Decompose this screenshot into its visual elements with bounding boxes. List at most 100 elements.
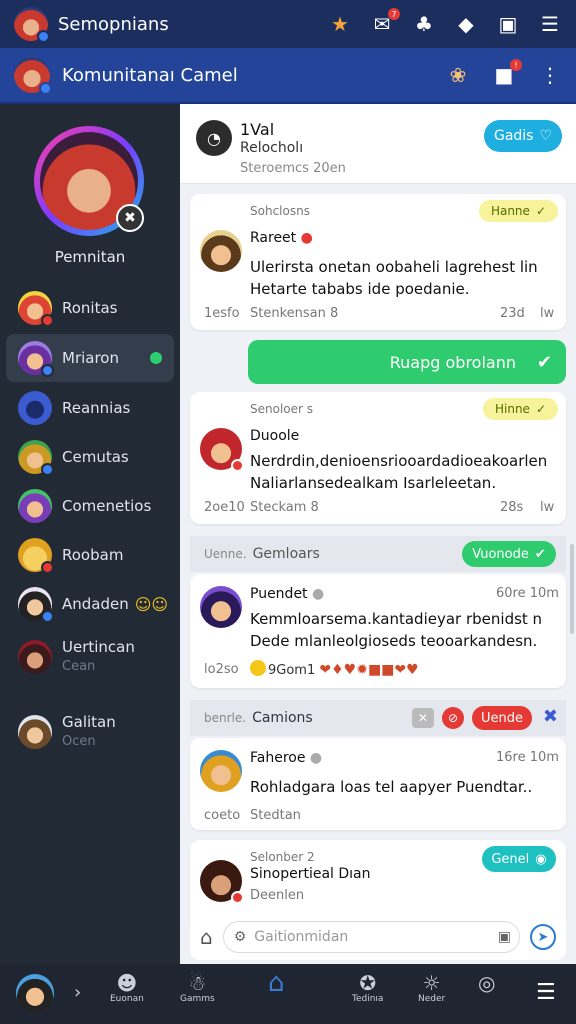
check-icon: ✓ <box>535 402 546 416</box>
header-action-button[interactable]: Gadis ♡ <box>484 120 562 152</box>
follow-button[interactable]: Genel ◉ <box>482 846 556 872</box>
join-room-button[interactable]: Ruapg obrolann ✔ <box>248 340 566 384</box>
message-input[interactable]: ⚙ Gaitionmidan ▣ <box>222 921 520 953</box>
profile-avatar[interactable]: ✖ <box>34 126 144 236</box>
people-icon: ☻ <box>116 971 138 995</box>
sidebar-item-sub: Cean <box>62 659 96 674</box>
puzzle-icon[interactable]: ♣ <box>412 12 436 36</box>
nav-item-1[interactable]: ☃ Gamms <box>180 972 215 1004</box>
avatar[interactable] <box>200 860 244 904</box>
nav-item-0[interactable]: ☻ Euonan <box>110 972 144 1004</box>
scrollbar[interactable] <box>570 544 574 634</box>
sidebar-item-andaden[interactable]: Andaden ☺☺ <box>6 580 174 628</box>
sidebar-item-uertincan[interactable]: Uertincan Cean <box>6 629 174 685</box>
chat-icon[interactable]: ✉ 7 <box>370 8 400 36</box>
game-icon: ◔ <box>196 120 232 156</box>
attach-icon[interactable]: ▣ <box>498 929 511 945</box>
sidebar-item-reannias[interactable]: Reannias <box>6 384 174 432</box>
avatar <box>18 341 54 377</box>
community-avatar[interactable] <box>14 57 52 95</box>
sidebar-item-cemutas[interactable]: Cemutas <box>6 433 174 481</box>
avatar[interactable] <box>200 586 242 628</box>
home-icon[interactable]: ⌂ <box>200 925 213 949</box>
avatar[interactable] <box>200 750 242 792</box>
edit-icon[interactable]: ✖ <box>116 204 144 232</box>
more-options-icon[interactable]: ⋮ <box>538 63 562 87</box>
author-name: Puendet <box>250 586 308 602</box>
section-button-label: Vuonode <box>472 546 529 562</box>
section-header: Uenne. Gemloars Vuonode ✔ <box>190 536 566 572</box>
nav-item-5[interactable]: ◎ <box>478 972 495 994</box>
settings-icon: ⚙ <box>233 929 247 945</box>
avatar[interactable] <box>200 428 244 472</box>
menu-icon[interactable]: ☰ <box>536 980 556 1005</box>
trophy-icon[interactable]: ★ <box>328 12 352 36</box>
sidebar-item-label: Ronitas <box>62 299 118 317</box>
bottom-nav: › ☻ Euonan ☃ Gamms ⌂ ✪ Tedinıa ☼ Neder ◎ ☰ <box>0 964 576 1024</box>
post-foot: lo2so <box>204 662 239 677</box>
post-author: Duoole <box>250 428 300 444</box>
puzzle-icon[interactable]: ✖ <box>543 706 558 727</box>
chevron-right-icon[interactable]: › <box>74 982 81 1003</box>
post-card[interactable]: Puendet ● 60re 10m Kemmloarsema.kantadie… <box>190 574 566 688</box>
post-foot: coeto <box>204 808 241 823</box>
nav-item-home[interactable]: ⌂ <box>268 968 285 998</box>
post-time: 60re 10m <box>496 586 559 601</box>
feed-header: ◔ 1Val Relocholı Steroemcs 20en Gadis ♡ <box>180 104 576 184</box>
status-badge[interactable]: Hanne ✓ <box>478 200 558 222</box>
sidebar-item-comenetios[interactable]: Comenetios <box>6 482 174 530</box>
post-meta: Stenkensan 8 <box>250 306 339 321</box>
notification-icon[interactable]: ■! <box>492 59 522 87</box>
avatar[interactable] <box>200 230 242 272</box>
mascot-icon[interactable]: ❀ <box>446 63 470 87</box>
post-meta: Steckam 8 <box>250 500 319 515</box>
post-card[interactable]: Faheroe ● 16re 10m Rohladgara loas tel a… <box>190 738 566 830</box>
close-icon[interactable]: ✕ <box>412 708 434 728</box>
sidebar-item-label: Reannias <box>62 399 131 417</box>
sidebar: ✖ Pemnitan Ronitas Mriaron Reannias Cemu… <box>0 104 180 964</box>
badge-label: Hanne <box>490 204 530 218</box>
heart-icon: ♡ <box>539 128 553 144</box>
nav-label: Neder <box>418 994 446 1004</box>
sidebar-item-label: Andaden <box>62 595 129 613</box>
sidebar-item-ronitas[interactable]: Ronitas <box>6 284 174 332</box>
square-icon[interactable]: ▣ <box>496 12 520 36</box>
nav-item-3[interactable]: ✪ Tedinıa <box>352 972 383 1004</box>
section-button[interactable]: Vuonode ✔ <box>462 541 556 567</box>
menu-icon[interactable]: ☰ <box>538 12 562 36</box>
avatar <box>18 489 52 523</box>
post-card[interactable]: Sohclosns Hanne ✓ Rareet ● Ulerirsta onet… <box>190 194 566 330</box>
user-avatar[interactable] <box>14 7 50 43</box>
sidebar-item-label: Mriaron <box>62 349 119 367</box>
post-body: Kemmloarsema.kantadieyar rbenidst n Dede… <box>250 610 543 650</box>
section-title: Gemloars <box>252 546 320 562</box>
smile-emoji-icon: ☺☺ <box>134 594 169 614</box>
post-right-meta: lw <box>540 500 555 515</box>
post-card[interactable]: Senoloer s Hinne ✓ Duoole Nerdrdin,denioe… <box>190 392 566 524</box>
post-time: 1esfo <box>204 306 240 321</box>
sidebar-item-text: Uertincan Cean <box>62 638 135 676</box>
avatar <box>18 715 52 749</box>
nav-item-4[interactable]: ☼ Neder <box>418 972 445 1004</box>
shield-icon[interactable]: ◆ <box>454 12 478 36</box>
sidebar-item-text: Galitan Ocen <box>62 713 116 751</box>
post-category: Senoloer s <box>250 402 314 416</box>
top-bar: Semopnians ★ ✉ 7 ♣ ◆ ▣ ☰ <box>0 0 576 48</box>
block-icon[interactable]: ⊘ <box>442 707 464 729</box>
sidebar-item-galitan[interactable]: Galitan Ocen <box>6 704 174 760</box>
sidebar-item-mriaron[interactable]: Mriaron <box>6 334 174 382</box>
sidebar-item-label: Uertincan <box>62 638 135 656</box>
community-bar: Komunitanaı Camel ❀ ■! ⋮ <box>0 48 576 104</box>
post-reactions: 9Gom1 ❤♦♥✹■■❤♥ <box>250 660 419 678</box>
user-avatar[interactable] <box>16 974 54 1012</box>
send-icon[interactable]: ➤ <box>530 924 556 950</box>
verified-icon: ● <box>309 750 323 766</box>
status-badge[interactable]: Hinne ✓ <box>482 398 558 420</box>
home-icon: ⌂ <box>268 968 285 998</box>
post-sub: Deenlen <box>250 888 305 903</box>
sidebar-item-roobam[interactable]: Roobam <box>6 531 174 579</box>
avatar <box>18 587 54 623</box>
online-indicator <box>150 352 162 364</box>
section-button[interactable]: Uende <box>472 706 532 730</box>
reward-icon: ✪ <box>359 971 377 995</box>
